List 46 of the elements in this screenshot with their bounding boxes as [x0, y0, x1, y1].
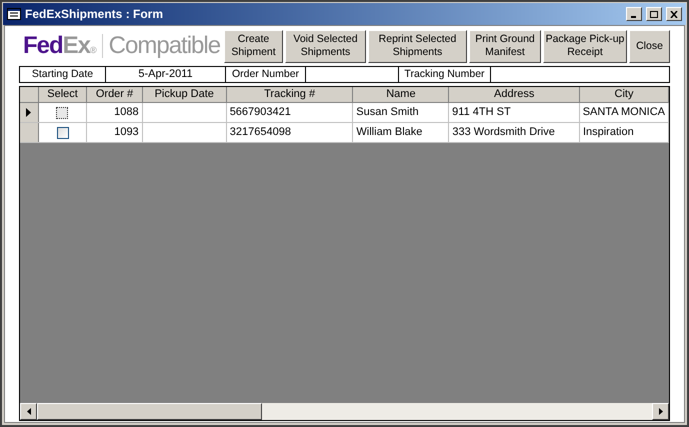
close-button[interactable]	[666, 7, 682, 21]
column-header[interactable]: Address	[449, 87, 580, 102]
table-cell-text: 5667903421	[230, 105, 291, 120]
scrollbar-thumb[interactable]	[37, 403, 262, 420]
scroll-left-button[interactable]	[20, 403, 37, 420]
select-checkbox[interactable]	[56, 126, 69, 138]
table-cell-text: Susan Smith	[356, 105, 419, 120]
table-cell-text: William Blake	[356, 125, 422, 140]
scroll-right-button[interactable]	[652, 403, 669, 420]
tagline: Compatible	[102, 34, 220, 58]
field-label: Starting Date	[20, 67, 106, 82]
table-cell-text: Inspiration	[582, 125, 634, 140]
record-selector[interactable]	[20, 103, 39, 122]
table-cell-text: 333 Wordsmith Drive	[452, 125, 555, 140]
field-label: Tracking Number	[399, 67, 491, 82]
left-arrow-icon	[26, 408, 30, 415]
select-checkbox[interactable]	[56, 106, 68, 118]
table-cell-text: 1093	[114, 125, 139, 140]
field-label: Order Number	[226, 67, 306, 82]
toolbar-button[interactable]: Reprint Selected Shipments	[368, 30, 467, 62]
current-record-icon	[26, 108, 32, 117]
column-header[interactable]: Pickup Date	[142, 87, 227, 102]
maximize-button[interactable]	[646, 7, 662, 21]
column-header[interactable]: Name	[353, 87, 450, 102]
toolbar-button[interactable]: Void Selected Shipments	[285, 30, 366, 62]
window-title: FedExShipments : Form	[25, 6, 164, 23]
close-icon	[670, 10, 678, 18]
table-cell-text: 1088	[114, 105, 139, 120]
column-header[interactable]: Order #	[87, 87, 143, 102]
form-icon	[7, 8, 21, 20]
toolbar-button[interactable]: Package Pick-up Receipt	[543, 30, 627, 62]
minimize-button[interactable]	[626, 7, 642, 21]
brand-logo: FedEx®	[23, 34, 96, 58]
table-cell-text: 3217654098	[230, 125, 291, 140]
right-arrow-icon	[658, 408, 662, 415]
filter-field[interactable]: 5-Apr-2011	[106, 67, 226, 82]
toolbar-button[interactable]: Print Ground Manifest	[469, 30, 541, 62]
toolbar-button[interactable]: Create Shipment	[224, 30, 283, 62]
column-header[interactable]: City	[580, 87, 669, 102]
column-header[interactable]: Tracking #	[226, 87, 354, 102]
maximize-icon	[650, 10, 658, 18]
toolbar-button[interactable]: Close	[629, 30, 670, 62]
horizontal-scrollbar[interactable]	[20, 403, 669, 420]
table-cell-text: SANTA MONICA	[582, 105, 665, 120]
table-cell-text: 911 4TH ST	[452, 105, 511, 120]
column-header[interactable]: Select	[38, 87, 88, 102]
